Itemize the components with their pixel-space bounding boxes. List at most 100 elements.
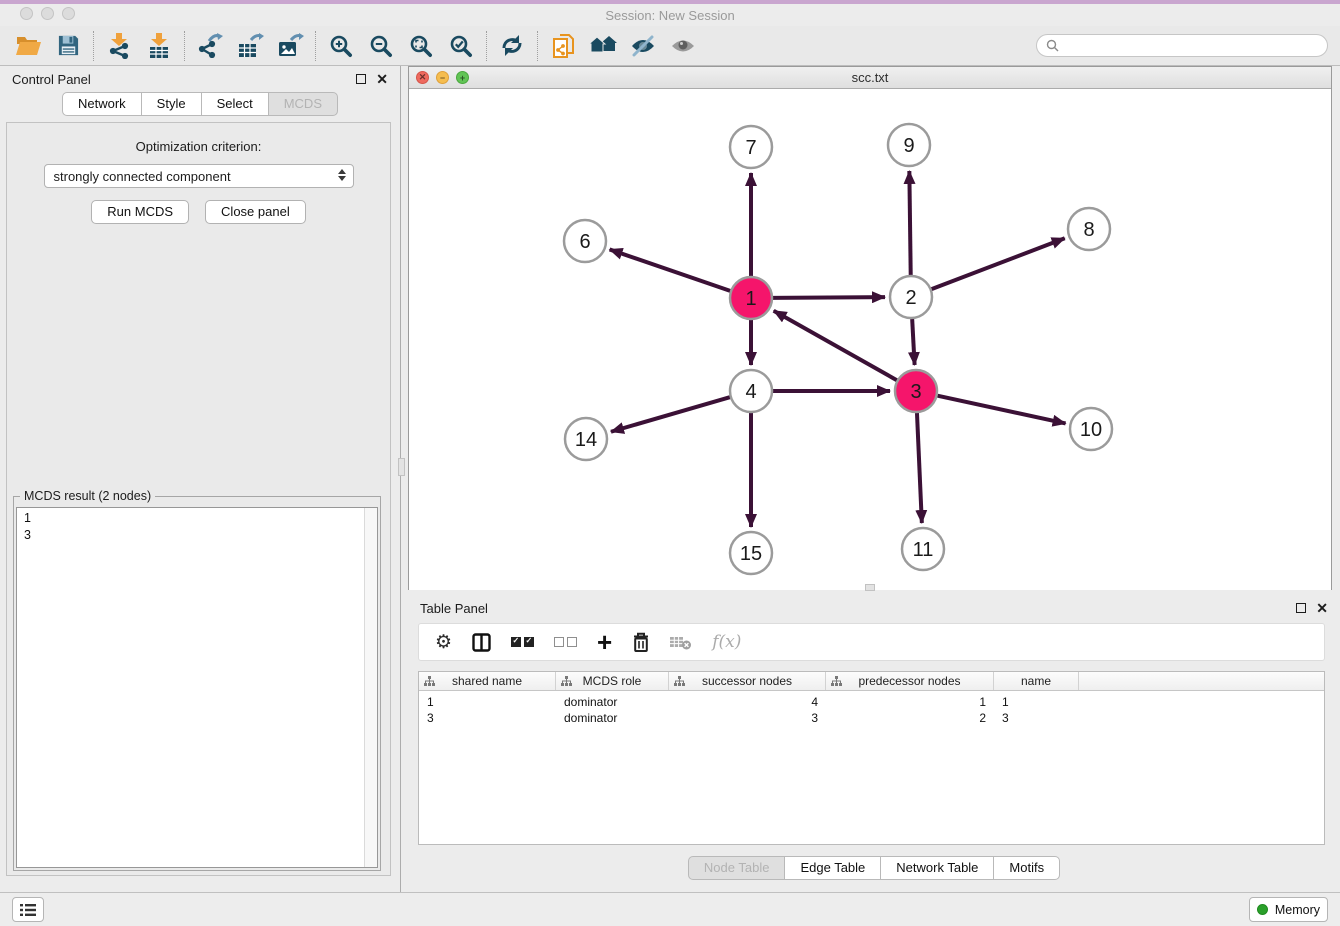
- zoom-in-icon[interactable]: [321, 29, 361, 63]
- column-header-predecessor-nodes[interactable]: predecessor nodes: [826, 672, 994, 690]
- criterion-value: strongly connected component: [54, 169, 231, 184]
- table-tab-motifs[interactable]: Motifs: [993, 856, 1060, 880]
- titlebar: Session: New Session: [0, 4, 1340, 26]
- tab-select[interactable]: Select: [201, 92, 269, 116]
- hide-selected-icon[interactable]: [623, 29, 663, 63]
- minimize-view-icon[interactable]: −: [436, 71, 449, 84]
- tab-style[interactable]: Style: [141, 92, 202, 116]
- table-panel: Table Panel ✕ ⚙ + f(x) shared name: [408, 595, 1340, 892]
- graph-node-6[interactable]: 6: [564, 220, 606, 262]
- zoom-selected-icon[interactable]: [441, 29, 481, 63]
- network-canvas[interactable]: 7 9 6 8 1 2 4 3 14 10 15 11: [409, 89, 1331, 590]
- import-table-icon[interactable]: [139, 29, 179, 63]
- graph-edge-2-8[interactable]: [932, 238, 1065, 289]
- column-header-mcds-role[interactable]: MCDS role: [556, 672, 669, 690]
- mcds-result-lines: 13: [17, 508, 377, 546]
- graph-node-15[interactable]: 15: [730, 532, 772, 574]
- graph-edge-3-10[interactable]: [937, 396, 1065, 424]
- graph-node-3[interactable]: 3: [895, 370, 937, 412]
- control-panel: Control Panel ✕ NetworkStyleSelectMCDS O…: [0, 66, 401, 892]
- graph-node-11[interactable]: 11: [902, 528, 944, 570]
- mcds-result-line: 3: [24, 527, 370, 544]
- graph-edge-1-2[interactable]: [773, 297, 885, 298]
- refresh-view-icon[interactable]: [492, 29, 532, 63]
- table-cell: 1: [826, 695, 994, 709]
- table-tabs: Node TableEdge TableNetwork TableMotifs: [408, 856, 1340, 880]
- network-window-titlebar[interactable]: ✕−+ scc.txt: [409, 67, 1331, 89]
- node-table[interactable]: shared name MCDS role successor nodes pr…: [418, 671, 1325, 845]
- table-row[interactable]: 3dominator323: [419, 710, 1324, 726]
- split-panel-icon[interactable]: [472, 633, 491, 652]
- graph-node-10[interactable]: 10: [1070, 408, 1112, 450]
- minimize-window-icon[interactable]: [41, 7, 54, 20]
- export-network-icon[interactable]: [190, 29, 230, 63]
- tab-mcds[interactable]: MCDS: [268, 92, 338, 116]
- graph-edge-1-6[interactable]: [610, 249, 731, 290]
- maximize-view-icon[interactable]: +: [456, 71, 469, 84]
- graph-node-8[interactable]: 8: [1068, 208, 1110, 250]
- task-history-button[interactable]: [12, 897, 44, 922]
- network-file-icon[interactable]: [543, 29, 583, 63]
- horizontal-splitter-handle[interactable]: [865, 584, 875, 591]
- column-tree-icon: [674, 676, 685, 687]
- close-panel-icon[interactable]: ✕: [376, 74, 388, 84]
- network-window-controls[interactable]: ✕−+: [416, 71, 469, 84]
- maximize-window-icon[interactable]: [62, 7, 75, 20]
- run-mcds-button[interactable]: Run MCDS: [91, 200, 189, 224]
- float-panel-icon[interactable]: [356, 74, 366, 84]
- graph-node-1[interactable]: 1: [730, 277, 772, 319]
- vertical-splitter-handle[interactable]: [398, 458, 405, 476]
- svg-text:6: 6: [579, 231, 590, 253]
- export-table-icon[interactable]: [230, 29, 270, 63]
- table-settings-icon[interactable]: ⚙: [435, 633, 452, 652]
- column-tree-icon: [424, 676, 435, 687]
- add-column-icon[interactable]: +: [597, 632, 612, 652]
- zoom-fit-icon[interactable]: [401, 29, 441, 63]
- table-row[interactable]: 1dominator411: [419, 694, 1324, 710]
- svg-text:9: 9: [903, 135, 914, 157]
- graph-edge-3-11[interactable]: [917, 413, 922, 523]
- save-session-icon[interactable]: [48, 29, 88, 63]
- graph-edge-2-9[interactable]: [909, 171, 910, 275]
- close-table-panel-icon[interactable]: ✕: [1316, 603, 1328, 613]
- table-tab-node-table[interactable]: Node Table: [688, 856, 786, 880]
- graph-node-7[interactable]: 7: [730, 126, 772, 168]
- delete-column-icon[interactable]: [632, 632, 650, 653]
- search-input[interactable]: [1064, 39, 1318, 53]
- graph-node-2[interactable]: 2: [890, 276, 932, 318]
- import-network-icon[interactable]: [99, 29, 139, 63]
- close-view-icon[interactable]: ✕: [416, 71, 429, 84]
- graph-node-4[interactable]: 4: [730, 370, 772, 412]
- mcds-result-area[interactable]: 13: [16, 507, 378, 868]
- table-cell: 1: [419, 695, 556, 709]
- graph-edge-2-3[interactable]: [912, 319, 914, 365]
- optimization-label: Optimization criterion:: [7, 139, 390, 154]
- graph-node-9[interactable]: 9: [888, 124, 930, 166]
- close-window-icon[interactable]: [20, 7, 33, 20]
- column-header-successor-nodes[interactable]: successor nodes: [669, 672, 826, 690]
- window-controls[interactable]: [20, 7, 75, 20]
- graph-edge-4-14[interactable]: [611, 397, 730, 432]
- result-scrollbar[interactable]: [364, 508, 377, 867]
- memory-button[interactable]: Memory: [1249, 897, 1328, 922]
- float-table-panel-icon[interactable]: [1296, 603, 1306, 613]
- svg-text:15: 15: [740, 543, 762, 565]
- table-tab-network-table[interactable]: Network Table: [880, 856, 994, 880]
- search-field[interactable]: [1036, 34, 1328, 57]
- graph-node-14[interactable]: 14: [565, 418, 607, 460]
- column-header-shared-name[interactable]: shared name: [419, 672, 556, 690]
- deselect-all-icon[interactable]: [554, 637, 577, 647]
- show-all-icon[interactable]: [663, 29, 703, 63]
- zoom-out-icon[interactable]: [361, 29, 401, 63]
- export-image-icon[interactable]: [270, 29, 310, 63]
- criterion-select[interactable]: strongly connected component: [44, 164, 354, 188]
- tab-network[interactable]: Network: [62, 92, 142, 116]
- table-tab-edge-table[interactable]: Edge Table: [784, 856, 881, 880]
- close-panel-button[interactable]: Close panel: [205, 200, 306, 224]
- select-all-icon[interactable]: [511, 637, 534, 647]
- network-graph[interactable]: 7 9 6 8 1 2 4 3 14 10 15 11: [409, 89, 1333, 590]
- graph-edge-3-1[interactable]: [774, 311, 897, 380]
- home-icon[interactable]: [583, 29, 623, 63]
- open-session-icon[interactable]: [8, 29, 48, 63]
- column-header-name[interactable]: name: [994, 672, 1079, 690]
